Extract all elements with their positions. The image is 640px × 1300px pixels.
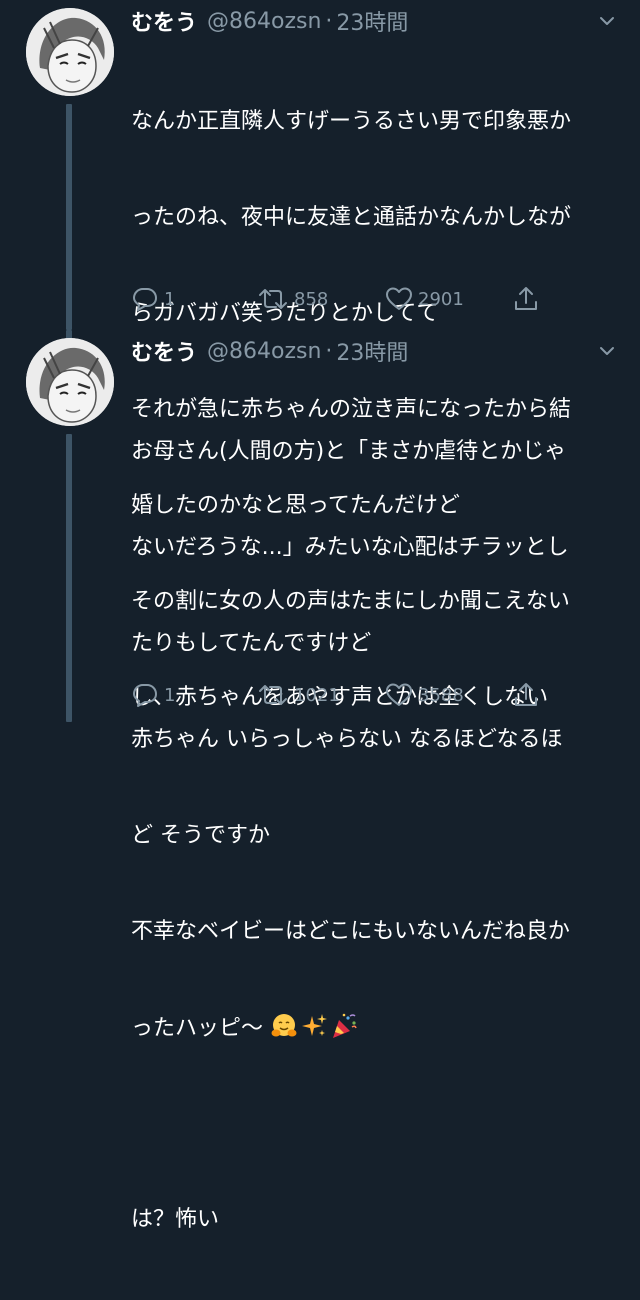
reply-button[interactable]: 1 bbox=[131, 680, 175, 710]
tweet-text-line: ど そうですか bbox=[131, 823, 270, 848]
like-count: 2901 bbox=[418, 288, 464, 310]
display-name[interactable]: むをう bbox=[131, 5, 197, 37]
avatar[interactable] bbox=[26, 338, 114, 426]
like-button[interactable]: 3588 bbox=[385, 680, 464, 710]
separator-dot: · bbox=[325, 8, 333, 34]
timestamp[interactable]: 23時間 bbox=[336, 5, 408, 37]
hugging-face-emoji-icon bbox=[271, 1014, 297, 1037]
reply-count: 1 bbox=[164, 684, 176, 706]
share-icon bbox=[515, 287, 537, 310]
like-count: 3588 bbox=[418, 684, 464, 706]
avatar[interactable] bbox=[26, 8, 114, 96]
reply-icon bbox=[133, 288, 157, 311]
retweet-button[interactable]: 1021 bbox=[257, 680, 340, 710]
tweet-text-line: お母さん(人間の方)と「まさか虐待とかじゃ bbox=[131, 439, 567, 464]
avatar-illustration-icon bbox=[26, 338, 114, 426]
tweet-1[interactable]: むをう @864ozsn · 23時間 なんか正直隣人すげーうるさい男で印象悪か… bbox=[0, 0, 640, 710]
reply-icon bbox=[133, 684, 157, 707]
retweet-count: 1021 bbox=[294, 684, 340, 706]
separator-dot: · bbox=[325, 338, 333, 364]
tweet-actions: 1 1021 3588 bbox=[131, 680, 601, 710]
tweet-text-line bbox=[131, 1108, 623, 1140]
display-name[interactable]: むをう bbox=[131, 335, 197, 367]
like-button[interactable]: 2901 bbox=[385, 284, 464, 314]
tweet-text-line-with-emojis: ったハッピ〜 bbox=[131, 1012, 623, 1044]
tweet-text-line: ったのね、夜中に友達と通話かなんかしなが bbox=[131, 205, 572, 230]
share-icon bbox=[515, 683, 537, 706]
tweet-text-line: 不幸なベイビーはどこにもいないんだね良か bbox=[131, 919, 570, 944]
tweet-text-line: たりもしてたんですけど bbox=[131, 631, 372, 656]
heart-icon bbox=[386, 683, 412, 706]
avatar-illustration-icon bbox=[26, 8, 114, 96]
tweet-actions: 1 858 2901 bbox=[131, 284, 601, 314]
reply-button[interactable]: 1 bbox=[131, 284, 175, 314]
share-button[interactable] bbox=[512, 680, 540, 710]
tweet-text-line: 赤ちゃん いらっしゃらない なるほどなるほ bbox=[131, 727, 563, 752]
heart-icon bbox=[386, 287, 412, 310]
retweet-button[interactable]: 858 bbox=[257, 284, 328, 314]
tweet-header: むをう @864ozsn · 23時間 bbox=[131, 4, 408, 38]
reply-count: 1 bbox=[164, 288, 176, 310]
tweet-text-line: は？怖い bbox=[131, 1207, 220, 1232]
share-button[interactable] bbox=[512, 284, 540, 314]
timestamp[interactable]: 23時間 bbox=[336, 335, 408, 367]
user-handle[interactable]: @864ozsn bbox=[207, 9, 321, 34]
tweet-text-line: なんか正直隣人すげーうるさい男で印象悪か bbox=[131, 109, 572, 134]
retweet-count: 858 bbox=[294, 288, 329, 310]
more-options-chevron-down-icon[interactable] bbox=[596, 10, 618, 32]
retweet-icon bbox=[259, 289, 287, 309]
thread-connector-line bbox=[66, 104, 72, 330]
tweet-text-segment: ったハッピ〜 bbox=[131, 1016, 264, 1041]
sparkles-emoji-icon bbox=[302, 1014, 328, 1036]
retweet-icon bbox=[259, 685, 287, 705]
tweet-text-line: ないだろうな...」みたいな心配はチラッとし bbox=[131, 535, 569, 560]
tweet-2[interactable]: むをう @864ozsn · 23時間 お母さん(人間の方)と「まさか虐待とかじ… bbox=[0, 330, 640, 1232]
more-options-chevron-down-icon[interactable] bbox=[596, 340, 618, 362]
tweet-header: むをう @864ozsn · 23時間 bbox=[131, 334, 408, 368]
thread-connector-line bbox=[66, 434, 72, 722]
user-handle[interactable]: @864ozsn bbox=[207, 339, 321, 364]
tweet-text: お母さん(人間の方)と「まさか虐待とかじゃ ないだろうな...」みたいな心配はチ… bbox=[131, 372, 623, 1300]
party-popper-emoji-icon bbox=[333, 1013, 357, 1038]
